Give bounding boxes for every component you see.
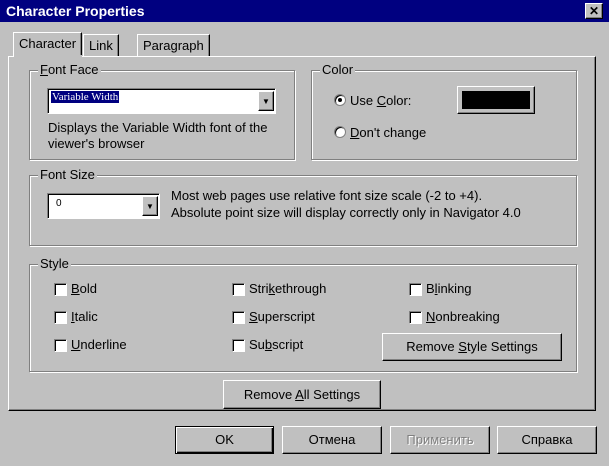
strikethrough-label[interactable]: Strikethrough bbox=[249, 281, 326, 296]
subscript-label[interactable]: Subscript bbox=[249, 337, 303, 352]
tab-paragraph[interactable]: Paragraph bbox=[137, 34, 210, 56]
tab-link[interactable]: Link bbox=[83, 34, 119, 56]
font-face-dropdown-button[interactable]: ▼ bbox=[258, 91, 274, 111]
subscript-checkbox[interactable] bbox=[232, 339, 245, 352]
strikethrough-checkbox[interactable] bbox=[232, 283, 245, 296]
font-face-description: Displays the Variable Width font of the … bbox=[48, 120, 267, 152]
dont-change-label[interactable]: Don't change bbox=[350, 125, 426, 140]
font-size-info-line1: Most web pages use relative font size sc… bbox=[171, 188, 483, 203]
font-face-selected-value: Variable Width bbox=[51, 91, 120, 103]
close-button[interactable]: ✕ bbox=[585, 3, 603, 19]
use-color-radio[interactable] bbox=[334, 94, 346, 106]
font-face-legend: Font Face bbox=[38, 62, 101, 77]
font-face-description-line1: Displays the Variable Width font of the bbox=[48, 120, 268, 135]
font-face-description-line2: viewer's browser bbox=[48, 136, 145, 151]
font-face-select[interactable]: Variable Width bbox=[47, 88, 276, 114]
chevron-down-icon: ▼ bbox=[146, 202, 154, 211]
color-picker-button[interactable] bbox=[457, 86, 535, 114]
bold-checkbox[interactable] bbox=[54, 283, 67, 296]
superscript-checkbox[interactable] bbox=[232, 311, 245, 324]
font-size-value: 0 bbox=[56, 198, 62, 209]
font-size-info: Most web pages use relative font size sc… bbox=[171, 187, 521, 221]
window-title: Character Properties bbox=[6, 3, 145, 19]
nonbreaking-label[interactable]: Nonbreaking bbox=[426, 309, 500, 324]
tab-character[interactable]: Character bbox=[13, 32, 83, 57]
underline-checkbox[interactable] bbox=[54, 339, 67, 352]
italic-checkbox[interactable] bbox=[54, 311, 67, 324]
superscript-label[interactable]: Superscript bbox=[249, 309, 315, 324]
ok-button[interactable]: OK bbox=[175, 426, 274, 454]
color-legend: Color bbox=[320, 62, 356, 77]
color-swatch bbox=[462, 91, 530, 109]
active-tab-join bbox=[14, 55, 82, 58]
italic-label[interactable]: Italic bbox=[71, 309, 98, 324]
cancel-button[interactable]: Отмена bbox=[282, 426, 382, 454]
blinking-checkbox[interactable] bbox=[409, 283, 422, 296]
bold-label[interactable]: Bold bbox=[71, 281, 97, 296]
apply-button[interactable]: Применить bbox=[390, 426, 490, 454]
radio-selected-dot bbox=[338, 98, 342, 102]
blinking-label[interactable]: Blinking bbox=[426, 281, 472, 296]
font-size-dropdown-button[interactable]: ▼ bbox=[142, 196, 158, 216]
underline-label[interactable]: Underline bbox=[71, 337, 127, 352]
color-group bbox=[311, 70, 577, 160]
remove-style-settings-button[interactable]: Remove Style Settings bbox=[382, 333, 562, 361]
remove-all-settings-button[interactable]: Remove All Settings bbox=[223, 380, 381, 409]
font-size-info-line2: Absolute point size will display correct… bbox=[171, 205, 521, 220]
dont-change-radio[interactable] bbox=[334, 126, 346, 138]
font-size-legend: Font Size bbox=[38, 167, 97, 182]
chevron-down-icon: ▼ bbox=[262, 97, 270, 106]
nonbreaking-checkbox[interactable] bbox=[409, 311, 422, 324]
help-button[interactable]: Справка bbox=[497, 426, 597, 454]
use-color-label[interactable]: Use Color: bbox=[350, 93, 411, 108]
style-legend: Style bbox=[38, 256, 71, 271]
